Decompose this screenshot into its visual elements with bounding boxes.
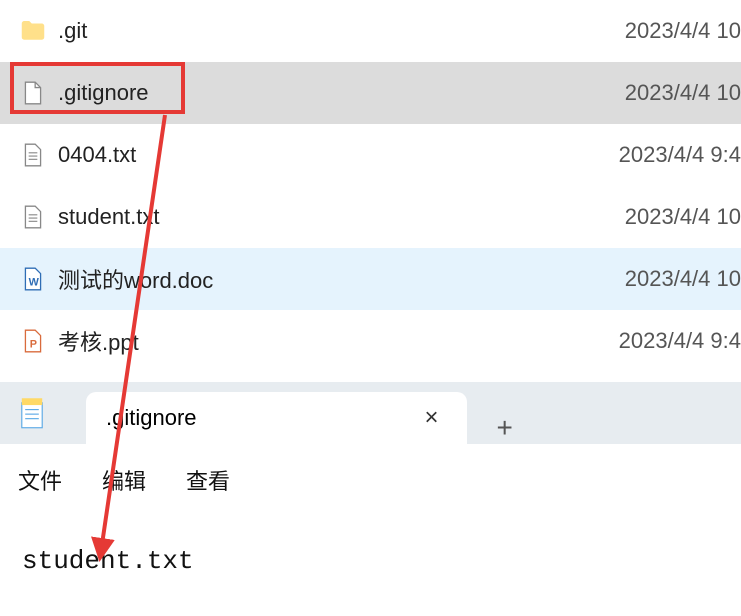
file-row-gitignore[interactable]: .gitignore 2023/4/4 10: [0, 62, 741, 124]
tab-title: .gitignore: [106, 405, 197, 431]
new-tab-button[interactable]: +: [467, 412, 543, 444]
close-tab-icon[interactable]: ×: [417, 404, 447, 432]
txt-icon: [18, 137, 48, 173]
file-row-word-doc[interactable]: W 测试的word.doc 2023/4/4 10: [0, 248, 741, 310]
file-icon: [18, 75, 48, 111]
file-row-0404-txt[interactable]: 0404.txt 2023/4/4 9:4: [0, 124, 741, 186]
file-date: 2023/4/4 9:4: [619, 328, 741, 354]
file-name: .gitignore: [58, 80, 625, 106]
notepad-app-icon: [18, 396, 46, 430]
file-date: 2023/4/4 10: [625, 18, 741, 44]
file-row-git-folder[interactable]: .git 2023/4/4 10: [0, 0, 741, 62]
menu-file[interactable]: 文件: [18, 464, 62, 496]
folder-icon: [18, 13, 48, 49]
doc-icon: W: [18, 261, 48, 297]
editor-tab[interactable]: .gitignore ×: [86, 392, 467, 444]
txt-icon: [18, 199, 48, 235]
file-date: 2023/4/4 10: [625, 266, 741, 292]
svg-text:W: W: [29, 277, 40, 289]
file-name: .git: [58, 18, 625, 44]
file-date: 2023/4/4 9:4: [619, 142, 741, 168]
file-row-ppt[interactable]: P 考核.ppt 2023/4/4 9:4: [0, 310, 741, 372]
file-name: 考核.ppt: [58, 325, 619, 357]
editor-content[interactable]: student.txt: [0, 516, 741, 616]
menu-edit[interactable]: 编辑: [102, 464, 146, 496]
tab-bar: .gitignore × +: [0, 382, 741, 444]
menu-bar: 文件 编辑 查看: [0, 444, 741, 516]
svg-text:P: P: [30, 339, 37, 351]
ppt-icon: P: [18, 323, 48, 359]
file-row-student-txt[interactable]: student.txt 2023/4/4 10: [0, 186, 741, 248]
file-name: student.txt: [58, 204, 625, 230]
file-name: 0404.txt: [58, 142, 619, 168]
file-list: .git 2023/4/4 10 .gitignore 2023/4/4 10 …: [0, 0, 741, 372]
file-date: 2023/4/4 10: [625, 80, 741, 106]
file-date: 2023/4/4 10: [625, 204, 741, 230]
file-name: 测试的word.doc: [58, 263, 625, 295]
editor-text-line: student.txt: [22, 546, 194, 576]
editor-window: .gitignore × + 文件 编辑 查看 student.txt: [0, 382, 741, 616]
menu-view[interactable]: 查看: [186, 464, 230, 496]
